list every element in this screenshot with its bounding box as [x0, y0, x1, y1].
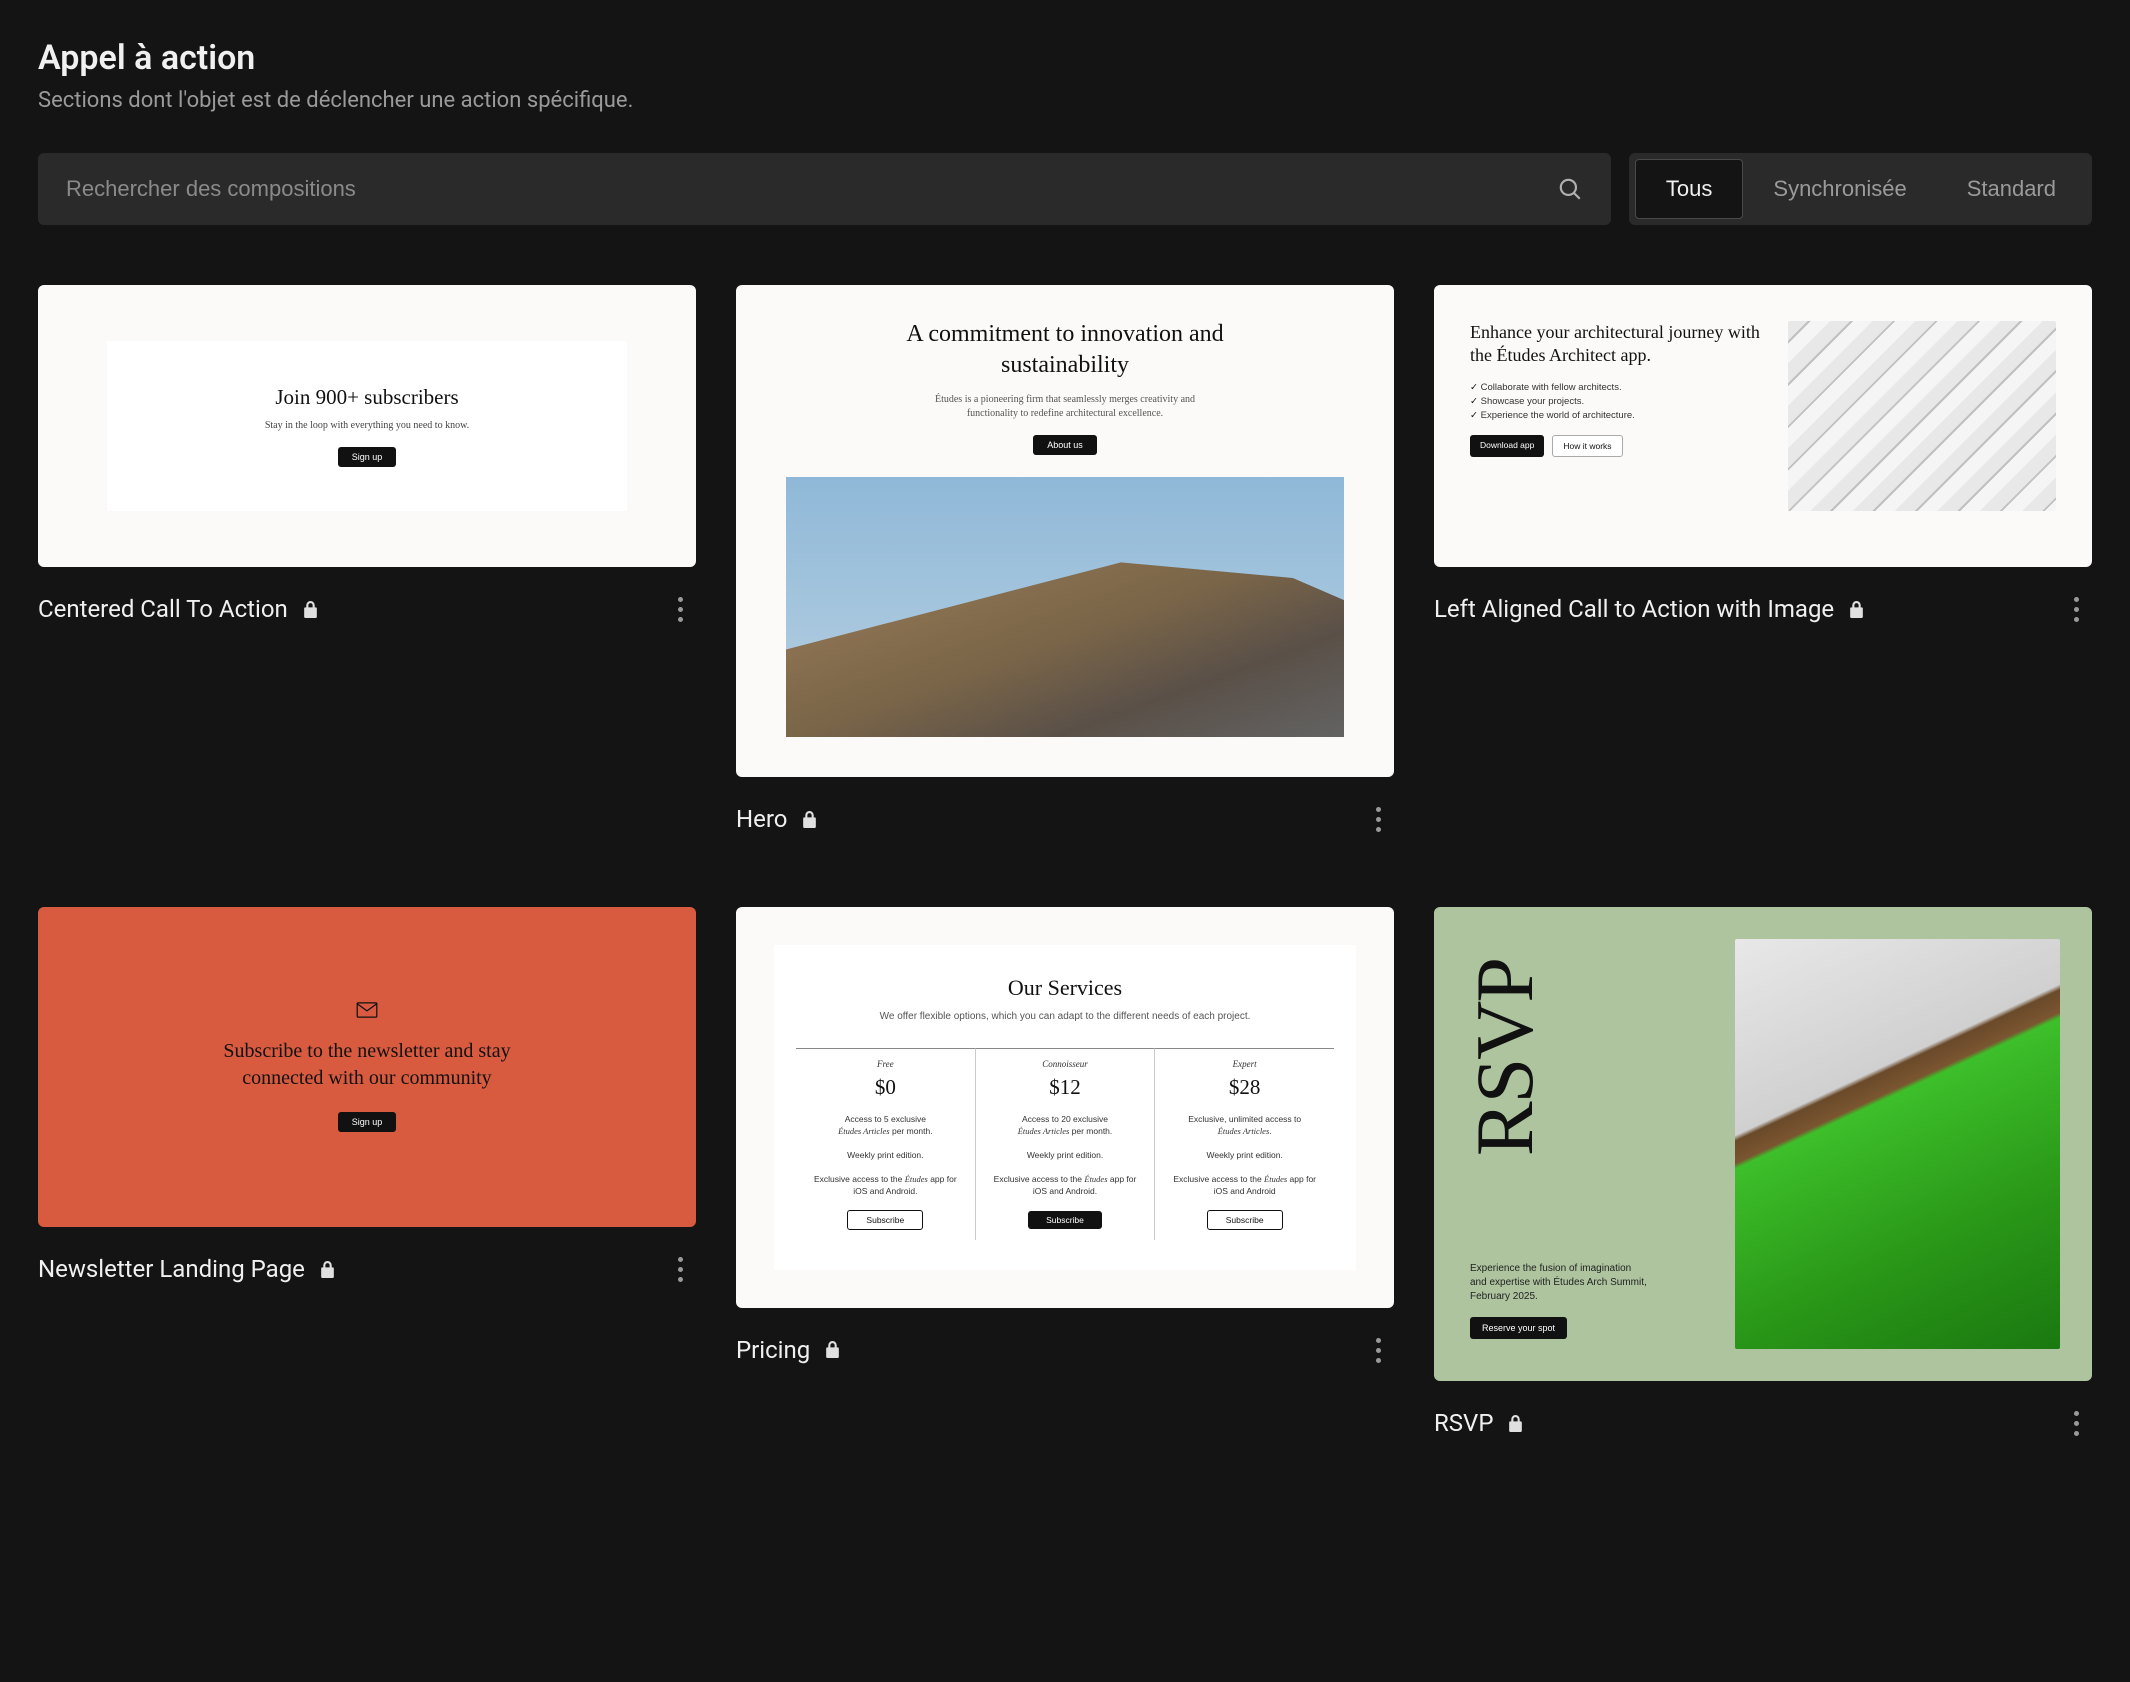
- thumb-image: [1788, 321, 2056, 511]
- lock-icon: [1507, 1414, 1524, 1433]
- envelope-icon: [356, 1002, 378, 1018]
- filter-tab-standard[interactable]: Standard: [1937, 159, 2086, 219]
- lock-icon: [801, 810, 818, 829]
- more-options-button[interactable]: [2062, 591, 2092, 627]
- search-field[interactable]: [38, 153, 1611, 225]
- thumb-sub: We offer flexible options, which you can…: [796, 1011, 1334, 1022]
- thumb-image: [1735, 939, 2060, 1349]
- thumb-button: Reserve your spot: [1470, 1317, 1567, 1339]
- lock-icon: [824, 1340, 841, 1359]
- pattern-thumbnail[interactable]: RSVP Experience the fusion of imaginatio…: [1434, 907, 2092, 1381]
- pattern-thumbnail[interactable]: A commitment to innovation and sustainab…: [736, 285, 1394, 777]
- thumb-image: [786, 477, 1344, 737]
- pattern-title: Newsletter Landing Page: [38, 1255, 305, 1283]
- pattern-thumbnail[interactable]: Our Services We offer flexible options, …: [736, 907, 1394, 1307]
- thumb-heading: Subscribe to the newsletter and stay con…: [207, 1038, 527, 1092]
- more-options-button[interactable]: [1364, 801, 1394, 837]
- page-subtitle: Sections dont l'objet est de déclencher …: [38, 88, 2092, 113]
- thumb-heading: Join 900+ subscribers: [127, 385, 607, 410]
- pattern-title: Left Aligned Call to Action with Image: [1434, 595, 1834, 623]
- thumb-button: Sign up: [338, 1112, 397, 1132]
- search-input[interactable]: [38, 154, 1557, 224]
- pattern-title: Pricing: [736, 1336, 810, 1364]
- thumb-heading: Enhance your architectural journey with …: [1470, 321, 1764, 368]
- search-icon: [1557, 176, 1583, 202]
- more-options-button[interactable]: [666, 1251, 696, 1287]
- pattern-card: RSVP Experience the fusion of imaginatio…: [1434, 907, 2092, 1441]
- thumb-bullets: Collaborate with fellow architects. Show…: [1470, 382, 1764, 421]
- pattern-title: Hero: [736, 805, 787, 833]
- thumb-button: About us: [1033, 435, 1097, 455]
- thumb-sub: Études is a pioneering firm that seamles…: [925, 393, 1205, 421]
- pattern-thumbnail[interactable]: Enhance your architectural journey with …: [1434, 285, 2092, 567]
- pattern-card: Enhance your architectural journey with …: [1434, 285, 2092, 627]
- more-options-button[interactable]: [1364, 1332, 1394, 1368]
- pattern-card: Our Services We offer flexible options, …: [736, 907, 1394, 1367]
- thumb-heading: RSVP: [1470, 959, 1711, 1156]
- thumb-button: Sign up: [338, 447, 397, 467]
- more-options-button[interactable]: [666, 591, 696, 627]
- filter-tab-synced[interactable]: Synchronisée: [1743, 159, 1936, 219]
- thumb-heading: Our Services: [796, 975, 1334, 1001]
- thumb-button-primary: Download app: [1470, 435, 1544, 457]
- more-options-button[interactable]: [2062, 1405, 2092, 1441]
- lock-icon: [302, 600, 319, 619]
- pricing-columns: Free $0 Access to 5 exclusiveÉtudes Arti…: [796, 1048, 1334, 1239]
- pattern-card: Subscribe to the newsletter and stay con…: [38, 907, 696, 1287]
- pattern-thumbnail[interactable]: Subscribe to the newsletter and stay con…: [38, 907, 696, 1227]
- filter-tabs: Tous Synchronisée Standard: [1629, 153, 2092, 225]
- pattern-title: Centered Call To Action: [38, 595, 288, 623]
- lock-icon: [319, 1260, 336, 1279]
- thumb-sub: Stay in the loop with everything you nee…: [127, 420, 607, 431]
- pattern-title: RSVP: [1434, 1409, 1493, 1437]
- thumb-sub: Experience the fusion of imagination and…: [1470, 1262, 1650, 1304]
- pattern-thumbnail[interactable]: Join 900+ subscribers Stay in the loop w…: [38, 285, 696, 567]
- filter-tab-all[interactable]: Tous: [1635, 159, 1743, 219]
- page-title: Appel à action: [38, 38, 2092, 78]
- thumb-heading: A commitment to innovation and sustainab…: [905, 319, 1225, 381]
- pattern-card: A commitment to innovation and sustainab…: [736, 285, 1394, 837]
- pattern-card: Join 900+ subscribers Stay in the loop w…: [38, 285, 696, 627]
- thumb-button-secondary: How it works: [1552, 435, 1622, 457]
- lock-icon: [1848, 600, 1865, 619]
